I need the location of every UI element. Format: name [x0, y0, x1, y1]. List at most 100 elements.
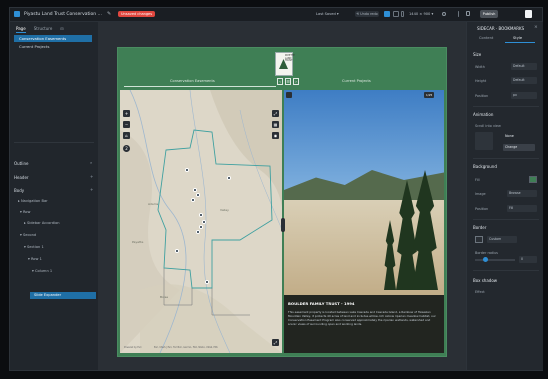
slider-handle[interactable]	[483, 257, 488, 262]
unsaved-status-badge: Unsaved changes	[118, 11, 156, 17]
divider	[473, 158, 539, 159]
tab-content[interactable]: Content	[479, 36, 493, 40]
home-button[interactable]: ⌂	[123, 132, 130, 139]
publish-button[interactable]: Publish	[480, 10, 498, 18]
bg-position-select[interactable]: Fill	[507, 205, 537, 212]
map-panel[interactable]: + − ⌂ 2 ⤢ ▦ ◉ ⤢ Adams Valley Boise Payet…	[120, 90, 282, 353]
desktop-view-icon[interactable]	[384, 11, 390, 17]
map-marker[interactable]	[199, 225, 203, 229]
add-header-icon[interactable]: +	[90, 174, 93, 179]
expand-icon[interactable]: ⤢	[272, 339, 279, 346]
tab-current-projects[interactable]: Current Projects	[342, 79, 371, 83]
map-marker[interactable]	[193, 188, 197, 192]
page-item-conservation[interactable]: Conservation Easements	[14, 35, 92, 42]
animation-value: None	[505, 134, 514, 138]
height-field[interactable]: Default	[511, 77, 537, 84]
caption-title: BOULDER FAMILY TRUST - 1994	[288, 301, 355, 306]
border-style-select[interactable]: Custom	[487, 236, 517, 243]
photo-counter: 1/25	[424, 92, 435, 98]
position-label: Position	[475, 94, 489, 98]
prev-slide-button[interactable]: ‹	[277, 78, 283, 85]
border-color-swatch[interactable]	[475, 236, 483, 243]
terrain-map	[120, 90, 282, 353]
map-label: Valley	[220, 208, 229, 212]
tree-item[interactable]: ▾ Row	[20, 210, 30, 214]
border-radius-slider[interactable]	[475, 259, 515, 261]
zoom-in-button[interactable]: +	[123, 110, 130, 117]
divider	[14, 142, 94, 143]
map-marker[interactable]	[185, 168, 189, 172]
site-title[interactable]: Piyastu Land Trust Conservation ...	[24, 12, 102, 17]
section-body[interactable]: Body	[14, 188, 24, 193]
browse-image-button[interactable]: Browse	[507, 190, 537, 197]
tree-item[interactable]: ▸ Sidebar Accordion	[24, 221, 60, 225]
map-marker[interactable]	[202, 220, 206, 224]
map-marker[interactable]	[227, 176, 231, 180]
save-status[interactable]: Last Saved ▾	[316, 12, 339, 16]
close-icon[interactable]: ×	[534, 25, 538, 30]
outline-search-icon[interactable]: ⌕	[90, 160, 92, 165]
left-panel-tabs: Page Structure ⊟	[16, 26, 72, 33]
fill-color-swatch[interactable]	[529, 176, 537, 183]
edit-title-icon[interactable]: ✎	[107, 11, 111, 17]
locate-button[interactable]: ◉	[272, 132, 279, 139]
border-radius-field[interactable]: 0	[519, 256, 537, 263]
search-icon[interactable]	[442, 12, 446, 16]
panel-title: SIDECAR · BOOKMARKS	[477, 26, 525, 31]
map-marker[interactable]	[196, 193, 200, 197]
fullscreen-button[interactable]: ⤢	[272, 110, 279, 117]
slide-list-button[interactable]: ☰	[285, 78, 291, 85]
basemap-button[interactable]: ▦	[272, 121, 279, 128]
width-field[interactable]: Default	[511, 63, 537, 70]
tablet-view-icon[interactable]	[393, 11, 399, 17]
tree-item[interactable]: ▾ Column 1	[32, 269, 52, 273]
section-header[interactable]: Header	[14, 175, 29, 180]
payette-land-trust-logo[interactable]: PAYETTE LAND TRUST	[275, 52, 295, 76]
map-marker[interactable]	[191, 198, 195, 202]
resize-handle[interactable]	[281, 218, 285, 232]
viewport-size[interactable]: 1440 × 900 ▾	[409, 12, 433, 16]
collapse-panel-icon[interactable]: ⊟	[60, 26, 63, 31]
top-bar: Piyastu Land Trust Conservation ... ✎ Un…	[10, 8, 542, 22]
next-slide-button[interactable]: ›	[293, 78, 299, 85]
map-marker[interactable]	[199, 213, 203, 217]
map-count-badge[interactable]: 2	[123, 145, 130, 152]
photo-panel[interactable]: 1/25 BOULDER FAMILY TRUST - 1994 This ea…	[284, 90, 444, 353]
section-animation: Animation	[473, 112, 494, 117]
photo-menu-icon[interactable]	[286, 92, 292, 98]
section-background: Background	[473, 164, 497, 169]
bg-position-label: Position	[475, 207, 489, 211]
divider	[473, 106, 539, 107]
section-outline[interactable]: Outline	[14, 161, 28, 166]
page-canvas: PAYETTE LAND TRUST Conservation Easement…	[117, 47, 447, 357]
map-marker[interactable]	[205, 280, 209, 284]
caption-body: This easement property is located betwee…	[288, 310, 436, 326]
animation-preview[interactable]	[475, 132, 493, 150]
tree-item[interactable]: ▾ Row 1	[28, 257, 42, 261]
preview-icon[interactable]	[466, 11, 470, 16]
position-field[interactable]: px	[511, 92, 537, 99]
phone-view-icon[interactable]	[401, 11, 404, 17]
map-marker[interactable]	[175, 249, 179, 253]
tab-style[interactable]: Style	[513, 36, 522, 40]
animation-label: Scroll into view	[475, 124, 501, 128]
account-icon[interactable]	[525, 10, 532, 18]
active-tab-indicator	[124, 86, 276, 87]
tab-conservation-easements[interactable]: Conservation Easements	[170, 79, 215, 83]
add-body-icon[interactable]: +	[90, 187, 93, 192]
change-animation-button[interactable]: Change	[503, 144, 535, 151]
left-panel: Page Structure ⊟ Conservation Easements Cu…	[10, 22, 99, 370]
tree-item[interactable]: ▾ Section 1	[24, 245, 44, 249]
tree-item[interactable]: ▸ Navigation Bar	[18, 199, 48, 203]
page-item-current-projects[interactable]: Current Projects	[14, 43, 92, 50]
image-label: Image	[475, 192, 486, 196]
tree-item[interactable]: ▾ Second	[20, 233, 36, 237]
app-logo-icon[interactable]	[14, 11, 20, 17]
zoom-out-button[interactable]: −	[123, 121, 130, 128]
tab-structure[interactable]: Structure	[34, 26, 53, 31]
border-radius-label: Border radius	[475, 251, 498, 255]
tree-item-selected[interactable]: Slide Expander	[30, 292, 96, 299]
tab-page[interactable]: Page	[16, 26, 26, 33]
map-marker[interactable]	[196, 230, 200, 234]
undo-redo-control[interactable]: ⟲ Undo redo	[355, 11, 379, 17]
